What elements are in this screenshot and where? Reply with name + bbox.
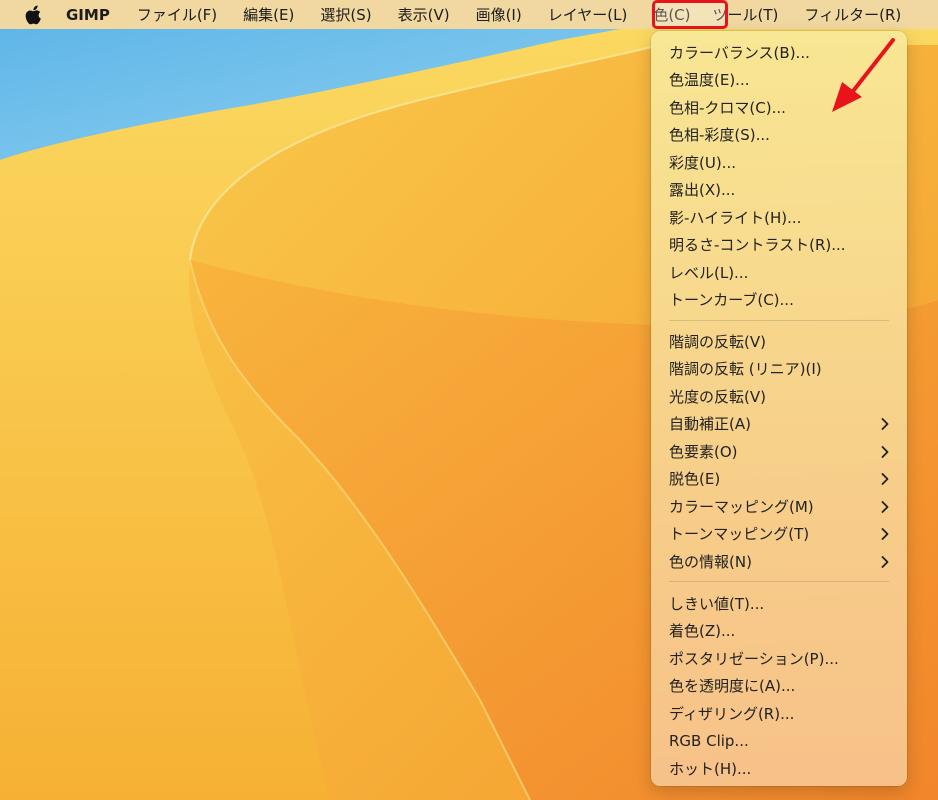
menu-item-dither[interactable]: ディザリング(R)... — [651, 700, 907, 727]
apple-logo-icon[interactable] — [24, 5, 44, 25]
menu-item-label: 色相-クロマ(C)... — [669, 99, 786, 117]
menu-item-label: 色の情報(N) — [669, 553, 752, 571]
menu-item-label: トーンマッピング(T) — [669, 525, 810, 543]
menu-select[interactable]: 選択(S) — [320, 4, 371, 25]
chevron-right-icon — [881, 520, 889, 547]
menu-item-label: 脱色(E) — [669, 470, 721, 488]
menu-item-label: 彩度(U)... — [669, 154, 736, 172]
chevron-right-icon — [881, 548, 889, 575]
menu-separator — [669, 581, 889, 582]
menu-item-label: 着色(Z)... — [669, 622, 736, 640]
menu-file[interactable]: ファイル(F) — [137, 4, 217, 25]
menu-item-label: 色温度(E)... — [669, 71, 750, 89]
chevron-right-icon — [881, 410, 889, 437]
menu-item-info[interactable]: 色の情報(N) — [651, 548, 907, 575]
menu-item-brightness-contrast[interactable]: 明るさ-コントラスト(R)... — [651, 231, 907, 258]
menu-item-components[interactable]: 色要素(O) — [651, 438, 907, 465]
menu-item-label: ディザリング(R)... — [669, 705, 795, 723]
menu-item-label: 色を透明度に(A)... — [669, 677, 796, 695]
menu-separator — [669, 320, 889, 321]
menu-item-label: 露出(X)... — [669, 181, 736, 199]
menu-item-label: レベル(L)... — [669, 264, 749, 282]
menu-item-threshold[interactable]: しきい値(T)... — [651, 590, 907, 617]
menu-bar: GIMP ファイル(F) 編集(E) 選択(S) 表示(V) 画像(I) レイヤ… — [0, 0, 938, 29]
menu-item-label: 色相-彩度(S)... — [669, 126, 770, 144]
menu-item-rgb-clip[interactable]: RGB Clip... — [651, 727, 907, 754]
menu-item-color-temperature[interactable]: 色温度(E)... — [651, 66, 907, 93]
menu-layer[interactable]: レイヤー(L) — [548, 4, 628, 25]
app-name-menu[interactable]: GIMP — [66, 6, 110, 24]
menu-item-color-to-alpha[interactable]: 色を透明度に(A)... — [651, 672, 907, 699]
menu-item-map[interactable]: カラーマッピング(M) — [651, 493, 907, 520]
menu-edit[interactable]: 編集(E) — [243, 4, 294, 25]
menu-item-shadows-highlights[interactable]: 影-ハイライト(H)... — [651, 204, 907, 231]
menu-item-label: トーンカーブ(C)... — [669, 291, 794, 309]
chevron-right-icon — [881, 465, 889, 492]
menu-item-label: ホット(H)... — [669, 760, 752, 778]
menu-item-hue-chroma[interactable]: 色相-クロマ(C)... — [651, 94, 907, 121]
color-menu-dropdown: カラーバランス(B)... 色温度(E)... 色相-クロマ(C)... 色相-… — [651, 31, 907, 786]
active-menu-highlight — [652, 0, 728, 29]
menu-item-hot[interactable]: ホット(H)... — [651, 755, 907, 782]
menu-item-label: カラーマッピング(M) — [669, 498, 814, 516]
menu-item-label: 明るさ-コントラスト(R)... — [669, 236, 846, 254]
menu-item-label: 色要素(O) — [669, 443, 738, 461]
menu-item-label: 階調の反転 (リニア)(I) — [669, 360, 822, 378]
menu-item-label: 光度の反転(V) — [669, 388, 766, 406]
menu-item-exposure[interactable]: 露出(X)... — [651, 176, 907, 203]
menu-item-color-balance[interactable]: カラーバランス(B)... — [651, 39, 907, 66]
menu-filters[interactable]: フィルター(R) — [804, 4, 901, 25]
menu-item-curves[interactable]: トーンカーブ(C)... — [651, 286, 907, 313]
menu-item-tone-mapping[interactable]: トーンマッピング(T) — [651, 520, 907, 547]
menu-item-hue-saturation[interactable]: 色相-彩度(S)... — [651, 121, 907, 148]
menu-item-saturation[interactable]: 彩度(U)... — [651, 149, 907, 176]
menu-item-label: カラーバランス(B)... — [669, 44, 810, 62]
menu-item-posterize[interactable]: ポスタリゼーション(P)... — [651, 645, 907, 672]
menu-item-label: 影-ハイライト(H)... — [669, 209, 802, 227]
menu-item-value-invert[interactable]: 光度の反転(V) — [651, 383, 907, 410]
menu-item-label: 階調の反転(V) — [669, 333, 766, 351]
menu-item-label: ポスタリゼーション(P)... — [669, 650, 839, 668]
menu-item-label: RGB Clip... — [669, 731, 749, 750]
menu-item-desaturate[interactable]: 脱色(E) — [651, 465, 907, 492]
menu-item-invert[interactable]: 階調の反転(V) — [651, 328, 907, 355]
menu-item-levels[interactable]: レベル(L)... — [651, 259, 907, 286]
menu-item-label: 自動補正(A) — [669, 415, 751, 433]
chevron-right-icon — [881, 493, 889, 520]
menu-item-auto[interactable]: 自動補正(A) — [651, 410, 907, 437]
menu-image[interactable]: 画像(I) — [476, 4, 522, 25]
chevron-right-icon — [881, 438, 889, 465]
menu-view[interactable]: 表示(V) — [398, 4, 450, 25]
menu-item-colorize[interactable]: 着色(Z)... — [651, 617, 907, 644]
menu-item-label: しきい値(T)... — [669, 595, 765, 613]
menu-item-linear-invert[interactable]: 階調の反転 (リニア)(I) — [651, 355, 907, 382]
